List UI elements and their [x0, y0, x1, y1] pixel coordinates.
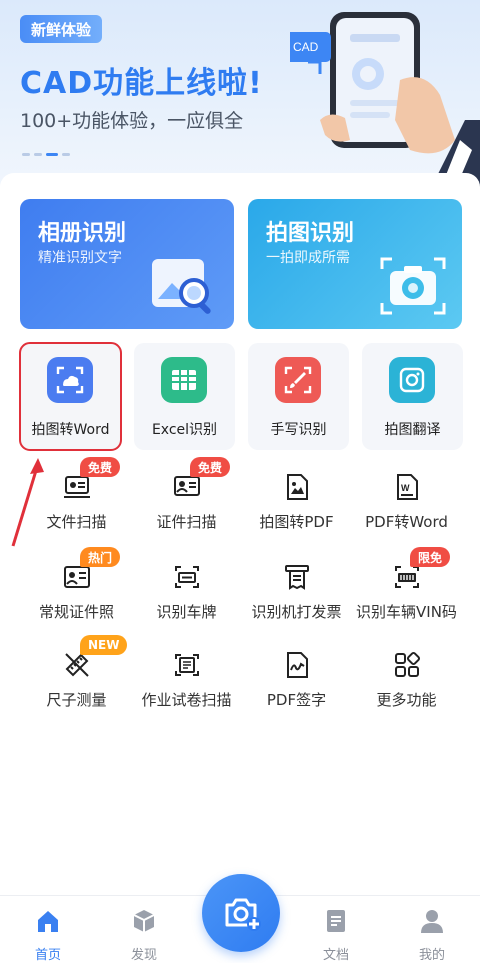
camera-plus-icon: [225, 898, 261, 931]
grid-photo-to-pdf[interactable]: 拍图转PDF: [240, 473, 353, 553]
cube-icon: [133, 910, 155, 932]
nav-home[interactable]: 首页: [8, 904, 88, 963]
tile-label: Excel识别: [151, 422, 218, 438]
grid-label: PDF签字: [266, 691, 327, 709]
nav-label: 文档: [322, 948, 349, 963]
exam-paper-icon: [175, 654, 199, 676]
album-card-title: 相册识别: [38, 221, 127, 246]
scan-camera-icon: [380, 257, 446, 315]
id-photo-icon: [64, 566, 90, 588]
grid-label: PDF转Word: [365, 513, 448, 531]
image-search-icon: [152, 259, 211, 314]
tile-label: 手写识别: [270, 422, 327, 438]
banner-title: CAD功能上线啦!: [20, 66, 263, 101]
promo-banner[interactable]: 新鲜体验 CAD功能上线啦! 100+功能体验，一应俱全 CAD: [0, 0, 480, 190]
document-icon: [327, 910, 345, 932]
tile-excel-recognition[interactable]: Excel识别: [134, 343, 235, 450]
banner-subtitle: 100+功能体验，一应俱全: [20, 110, 244, 132]
main-panel: 相册识别 精准识别文字 拍图识别 一拍即成所需 拍图转Word Excel识别 …: [0, 173, 480, 895]
grid-ruler-measure[interactable]: NEW 尺子测量: [20, 635, 133, 731]
table-icon: [161, 357, 207, 403]
tile-photo-translate[interactable]: 拍图翻译: [362, 343, 463, 450]
license-plate-icon: [175, 566, 199, 588]
grid-license-plate[interactable]: 识别车牌: [130, 563, 243, 643]
user-icon: [421, 910, 443, 933]
nav-mine[interactable]: 我的: [392, 904, 472, 963]
word-file-icon: W: [397, 474, 418, 500]
grid-id-scan[interactable]: 免费 证件扫描: [130, 457, 243, 553]
free-tag: 免费: [190, 457, 231, 477]
grid-label: 证件扫描: [156, 513, 217, 531]
hot-tag: 热门: [80, 547, 121, 567]
home-icon: [38, 911, 58, 932]
phone-hand-illustration: CAD: [290, 12, 480, 190]
carousel-dots: [22, 153, 70, 156]
tile-label: 拍图翻译: [384, 422, 441, 438]
image-file-icon: [287, 474, 308, 500]
grid-label: 拍图转PDF: [259, 513, 334, 531]
apps-grid-icon: [395, 651, 421, 677]
vin-code-icon: [395, 566, 419, 588]
ruler-icon: [65, 653, 89, 677]
grid-standard-id-photo[interactable]: 热门 常规证件照: [20, 547, 133, 643]
album-card-subtitle: 精准识别文字: [38, 250, 122, 266]
grid-label: 识别车辆VIN码: [356, 603, 457, 621]
free-tag: 免费: [80, 457, 121, 477]
brush-icon: [275, 357, 321, 403]
camera-icon: [389, 357, 435, 403]
grid-label: 尺子测量: [46, 691, 107, 709]
tile-label: 拍图转Word: [31, 422, 110, 438]
annotation-arrow: [11, 458, 44, 547]
photo-card-subtitle: 一拍即成所需: [266, 250, 350, 266]
cloud-image-icon: [47, 357, 93, 403]
nav-label: 我的: [418, 948, 445, 963]
carousel-dot: [22, 153, 30, 156]
grid-invoice[interactable]: 识别机打发票: [240, 563, 353, 643]
nav-label: 发现: [130, 948, 157, 963]
file-scan-icon: [64, 476, 90, 498]
cad-label: CAD: [293, 40, 319, 54]
grid-more-features[interactable]: 更多功能: [350, 651, 463, 731]
carousel-dot: [34, 153, 42, 156]
tile-handwriting[interactable]: 手写识别: [248, 343, 349, 450]
carousel-dot-active: [46, 153, 58, 156]
grid-label: 作业试卷扫描: [141, 691, 232, 709]
photo-recognition-card[interactable]: 拍图识别 一拍即成所需: [248, 199, 462, 329]
nav-label: 首页: [34, 948, 61, 963]
photo-card-title: 拍图识别: [266, 221, 355, 246]
svg-text:W: W: [401, 483, 410, 493]
nav-documents[interactable]: 文档: [296, 904, 376, 963]
camera-scan-button[interactable]: [202, 874, 280, 952]
new-tag: NEW: [80, 635, 128, 655]
grid-label: 更多功能: [376, 691, 437, 709]
id-card-icon: [174, 476, 200, 496]
album-recognition-card[interactable]: 相册识别 精准识别文字: [20, 199, 234, 329]
grid-homework-scan[interactable]: 作业试卷扫描: [130, 651, 243, 731]
invoice-icon: [285, 565, 309, 590]
grid-label: 识别机打发票: [251, 603, 342, 621]
tile-photo-to-word[interactable]: 拍图转Word: [19, 342, 122, 451]
limited-free-tag: 限免: [410, 547, 451, 567]
carousel-dot: [62, 153, 70, 156]
grid-label: 识别车牌: [156, 603, 217, 621]
grid-label: 常规证件照: [38, 603, 114, 621]
banner-badge: 新鲜体验: [20, 15, 102, 43]
grid-pdf-sign[interactable]: PDF签字: [240, 651, 353, 731]
signature-icon: [287, 652, 308, 678]
grid-pdf-to-word[interactable]: W PDF转Word: [350, 473, 463, 553]
nav-discover[interactable]: 发现: [104, 904, 184, 963]
grid-vin-code[interactable]: 限免 识别车辆VIN码: [350, 547, 463, 643]
